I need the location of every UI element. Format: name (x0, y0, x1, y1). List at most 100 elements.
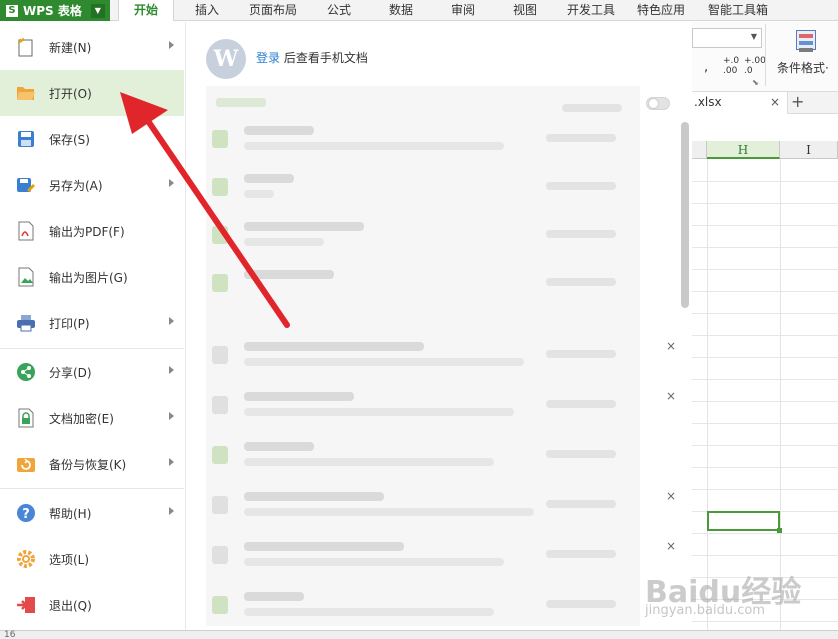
list-item[interactable] (206, 432, 640, 478)
menu-item-print[interactable]: 打印(P) (0, 300, 184, 346)
backup-icon (15, 453, 37, 475)
grid-line (692, 621, 838, 622)
selected-cell[interactable] (707, 511, 782, 533)
column-header-h[interactable]: H (707, 141, 780, 159)
increase-decimal-button[interactable]: +.0 .00 (723, 56, 739, 76)
status-strip (0, 630, 838, 639)
sync-toggle[interactable] (646, 97, 670, 110)
menu-item-exit[interactable]: 退出(Q) (0, 582, 184, 628)
document-tab[interactable]: .xlsx × (692, 92, 788, 114)
grid-line (692, 379, 838, 380)
close-icon[interactable]: × (770, 95, 780, 109)
list-item[interactable] (206, 332, 640, 378)
column-header-g[interactable] (692, 141, 707, 159)
tab-special-apps[interactable]: 特色应用 (630, 0, 692, 21)
list-item[interactable] (206, 532, 640, 578)
chevron-right-icon (169, 179, 174, 187)
dialog-launcher-icon[interactable]: ⬊ (752, 78, 759, 87)
tab-insert[interactable]: 插入 (182, 0, 232, 21)
share-icon (15, 361, 37, 383)
tab-view[interactable]: 视图 (502, 0, 548, 21)
menu-item-label: 分享(D) (49, 365, 92, 380)
wps-logo-icon: S (6, 4, 18, 17)
number-format-combo[interactable]: ▼ (692, 28, 762, 48)
menu-item-options[interactable]: 选项(L) (0, 536, 184, 582)
spreadsheet-grid[interactable]: H I (692, 115, 838, 639)
tab-data[interactable]: 数据 (378, 0, 424, 21)
list-item[interactable] (206, 116, 640, 162)
lock-icon (15, 407, 37, 429)
app-title: WPS 表格 (23, 4, 82, 18)
scrollbar-thumb[interactable] (681, 122, 689, 308)
tab-developer[interactable]: 开发工具 (560, 0, 622, 21)
menu-item-help[interactable]: ? 帮助(H) (0, 490, 184, 536)
tab-page-layout[interactable]: 页面布局 (240, 0, 306, 21)
close-icon[interactable]: × (666, 389, 676, 403)
chevron-right-icon (169, 317, 174, 325)
ribbon-tab-bar: S WPS 表格 ▼ 开始 插入 页面布局 公式 数据 审阅 视图 开发工具 特… (0, 0, 838, 21)
close-icon[interactable]: × (666, 339, 676, 353)
menu-item-share[interactable]: 分享(D) (0, 349, 184, 395)
menu-item-export-pdf[interactable]: 输出为PDF(F) (0, 208, 184, 254)
open-folder-icon (15, 82, 37, 104)
document-tabs: .xlsx × + (692, 92, 838, 114)
grid-line (692, 445, 838, 446)
list-item[interactable] (206, 482, 640, 528)
row-number: 16 (4, 630, 16, 639)
grid-line (692, 467, 838, 468)
tab-review[interactable]: 审阅 (440, 0, 486, 21)
close-icon[interactable]: × (666, 539, 676, 553)
chevron-right-icon (169, 507, 174, 515)
grid-line (692, 181, 838, 182)
list-item[interactable] (206, 260, 640, 306)
tab-home[interactable]: 开始 (118, 0, 174, 21)
grid-line (692, 489, 838, 490)
menu-item-label: 新建(N) (49, 40, 92, 55)
chevron-right-icon (169, 458, 174, 466)
decrease-decimal-bottom: .0 (744, 66, 753, 76)
grid-line (692, 357, 838, 358)
tab-smart-toolbox[interactable]: 智能工具箱 (700, 0, 776, 21)
watermark-url: jingyan.baidu.com (645, 603, 765, 618)
decrease-decimal-button[interactable]: +.00 .0 (744, 56, 766, 76)
menu-item-save-as[interactable]: 另存为(A) (0, 162, 184, 208)
grid-line (692, 401, 838, 402)
column-header-i[interactable]: I (780, 141, 838, 159)
decrease-decimal-top: +.00 (744, 56, 766, 66)
recent-file-list (206, 86, 640, 626)
list-item[interactable] (206, 382, 640, 428)
menu-item-new[interactable]: 新建(N) (0, 24, 184, 70)
menu-item-label: 打印(P) (49, 316, 90, 331)
avatar[interactable]: W (206, 39, 246, 79)
grid-line (692, 313, 838, 314)
list-item[interactable] (206, 164, 640, 210)
conditional-format-button[interactable]: 条件格式· (777, 59, 829, 76)
conditional-format-icon[interactable] (796, 30, 816, 52)
menu-item-save[interactable]: 保存(S) (0, 116, 184, 162)
list-item[interactable] (206, 582, 640, 626)
app-menu-button[interactable]: S WPS 表格 ▼ (0, 0, 110, 21)
grid-line (692, 225, 838, 226)
save-icon (15, 128, 37, 150)
close-icon[interactable]: × (666, 489, 676, 503)
list-item[interactable] (206, 212, 640, 258)
menu-item-open[interactable]: 打开(O) (0, 70, 184, 116)
grid-line (692, 335, 838, 336)
recent-documents-panel: W 登录 后查看手机文档 × × × × (186, 22, 692, 630)
tab-formula[interactable]: 公式 (316, 0, 362, 21)
add-tab-icon[interactable]: + (791, 92, 804, 111)
fill-handle[interactable] (777, 528, 782, 533)
menu-item-backup[interactable]: 备份与恢复(K) (0, 441, 184, 487)
document-tab-name: .xlsx (694, 95, 722, 109)
comma-style-button[interactable]: , (704, 60, 708, 75)
image-export-icon (15, 266, 37, 288)
login-hint: 后查看手机文档 (280, 51, 368, 65)
menu-item-export-image[interactable]: 输出为图片(G) (0, 254, 184, 300)
menu-item-encrypt[interactable]: 文档加密(E) (0, 395, 184, 441)
grid-line (692, 247, 838, 248)
svg-text:?: ? (22, 507, 30, 522)
file-menu: 新建(N) 打开(O) 保存(S) 另存为(A) 输出为PDF(F) 输出为图片… (0, 22, 186, 630)
menu-item-label: 帮助(H) (49, 506, 92, 521)
login-link[interactable]: 登录 (256, 51, 280, 65)
grid-line (692, 533, 838, 534)
